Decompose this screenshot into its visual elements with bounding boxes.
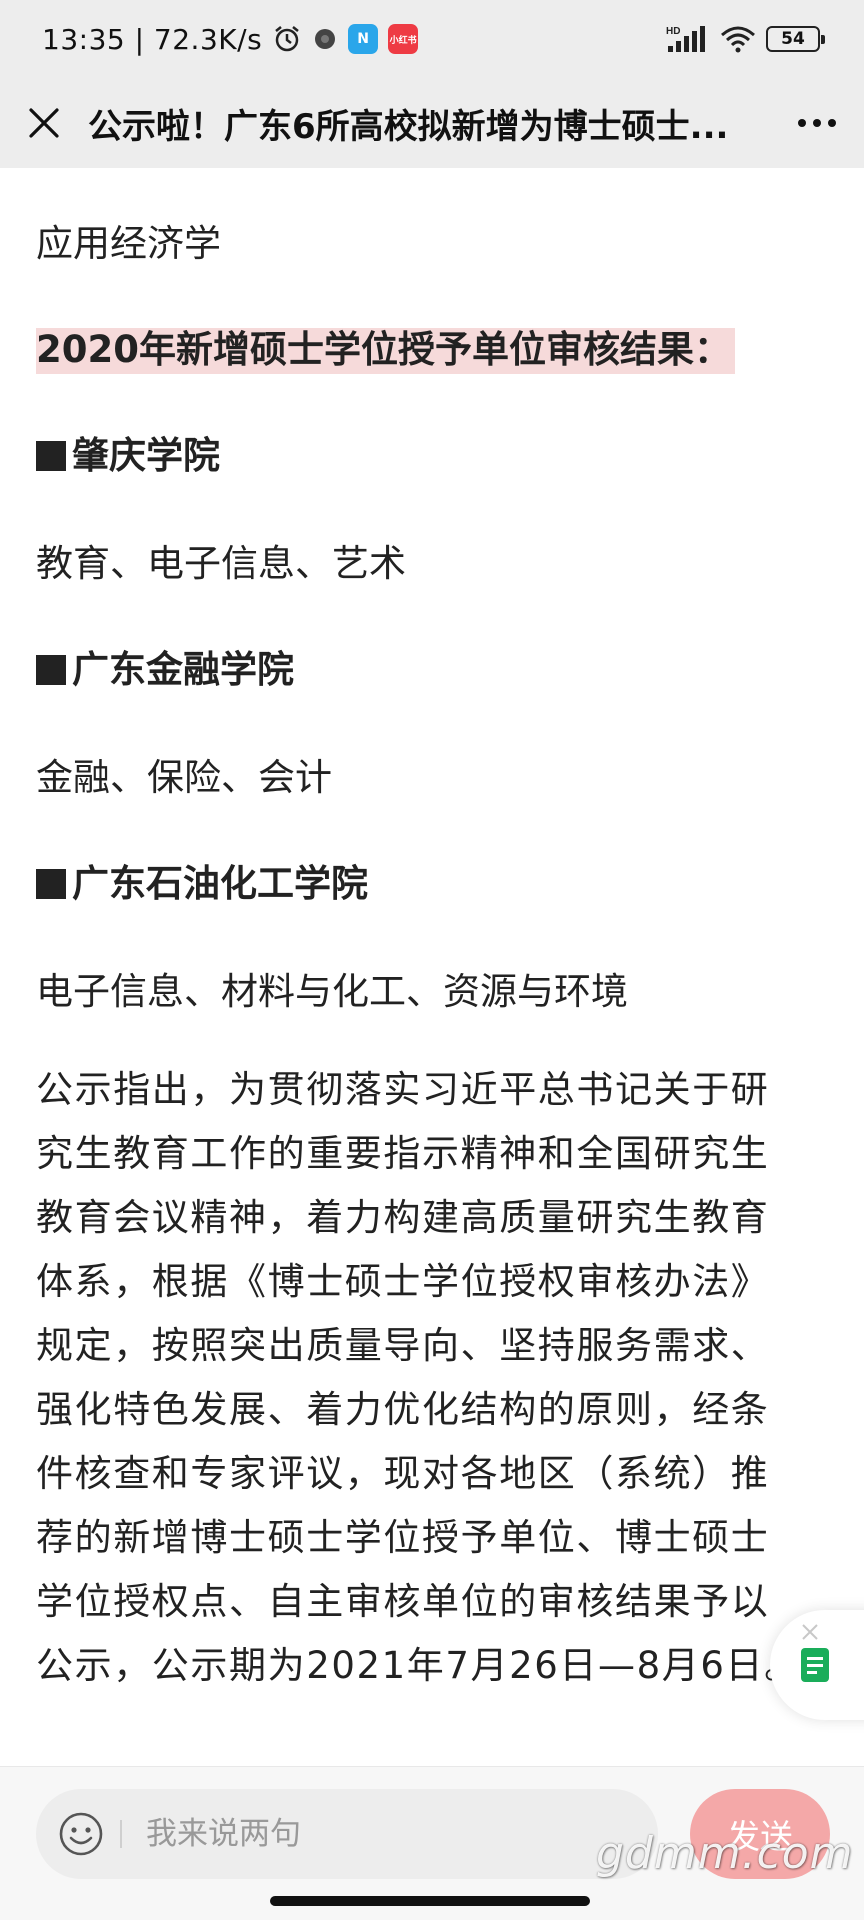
body-line: 学位授权点、自主审核单位的审核结果予以	[36, 1580, 770, 1623]
page-title: 公示啦！广东6所高校拟新增为博士硕士...	[88, 106, 729, 147]
more-dot-icon	[828, 119, 836, 127]
wifi-icon	[720, 25, 756, 53]
alarm-clock-icon	[272, 24, 302, 54]
black-square-icon	[36, 655, 66, 685]
body-line: 件核查和专家评议，现对各地区（系统）推	[36, 1452, 770, 1495]
close-icon	[29, 108, 59, 138]
app-n-icon: N	[348, 24, 379, 54]
black-square-icon	[36, 441, 66, 471]
status-left: 13:35 | 72.3K/s N 小红书	[42, 22, 419, 56]
school-heading: 广东金融学院	[36, 648, 836, 692]
more-dot-icon	[813, 119, 821, 127]
body-line: 体系，根据《博士硕士学位授权审核办法》	[36, 1260, 770, 1303]
body-line: 规定，按照突出质量导向、坚持服务需求、	[36, 1324, 770, 1367]
close-icon	[802, 1624, 818, 1640]
school-fields: 教育、电子信息、艺术	[36, 542, 406, 585]
body-line: 公示，公示期为2021年7月26日—8月6日。	[36, 1644, 803, 1687]
comment-box[interactable]	[36, 1789, 658, 1879]
status-time-speed: 13:35 | 72.3K/s	[42, 22, 263, 56]
article-content: 应用经济学 2020年新增硕士学位授予单位审核结果： 肇庆学院 教育、电子信息、…	[36, 168, 836, 1698]
school-fields: 电子信息、材料与化工、资源与环境	[36, 970, 628, 1013]
more-dot-icon	[798, 119, 806, 127]
emoji-icon[interactable]	[58, 1811, 104, 1857]
school-fields: 金融、保险、会计	[36, 756, 332, 799]
school-heading: 肇庆学院	[36, 434, 836, 478]
body-line: 究生教育工作的重要指示精神和全国研究生	[36, 1132, 770, 1175]
school-heading: 广东石油化工学院	[36, 862, 836, 906]
document-icon	[801, 1648, 829, 1682]
watermark: gdmm.com	[596, 1828, 854, 1879]
comment-input[interactable]	[146, 1816, 546, 1852]
body-line: 公示指出，为贯彻落实习近平总书记关于研	[36, 1068, 770, 1111]
highlighted-heading: 2020年新增硕士学位授予单位审核结果：	[36, 328, 735, 374]
section-heading: 2020年新增硕士学位授予单位审核结果：	[36, 328, 836, 374]
school-name: 广东石油化工学院	[72, 862, 368, 905]
input-divider	[120, 1820, 122, 1848]
body-line: 荐的新增博士硕士学位授予单位、博士硕士	[36, 1516, 770, 1559]
school-name: 广东金融学院	[72, 648, 294, 691]
body-line: 强化特色发展、着力优化结构的原则，经条	[36, 1388, 770, 1431]
black-square-icon	[36, 869, 66, 899]
floating-close-button[interactable]	[800, 1622, 820, 1646]
record-dot-icon	[312, 26, 338, 52]
battery-icon: 54	[766, 26, 825, 52]
app-xiaohongshu-icon: 小红书	[388, 24, 419, 54]
body-line: 教育会议精神，着力构建高质量研究生教育	[36, 1196, 770, 1239]
svg-text:HD: HD	[666, 26, 680, 37]
hd-signal-icon: HD	[666, 24, 710, 54]
status-bar: 13:35 | 72.3K/s N 小红书 HD 54	[0, 0, 864, 78]
more-options-button[interactable]	[770, 78, 864, 168]
article-text: 应用经济学	[36, 222, 221, 265]
home-indicator[interactable]	[270, 1896, 590, 1906]
body-paragraph: 公示指出，为贯彻落实习近平总书记关于研 究生教育工作的重要指示精神和全国研究生 …	[36, 1058, 836, 1698]
nav-bar: 公示啦！广东6所高校拟新增为博士硕士...	[0, 78, 864, 168]
status-right: HD 54	[666, 24, 825, 54]
close-button[interactable]	[0, 78, 88, 168]
school-name: 肇庆学院	[72, 434, 220, 477]
